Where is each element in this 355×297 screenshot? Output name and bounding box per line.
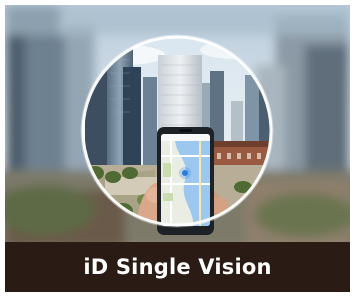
map-screen (161, 134, 210, 226)
product-image[interactable] (5, 5, 350, 242)
product-card[interactable]: iD Single Vision (5, 5, 350, 292)
phone (157, 127, 214, 235)
product-caption[interactable]: iD Single Vision (83, 255, 271, 279)
lens-city-phone-illustration (5, 5, 350, 242)
caption-bar: iD Single Vision (5, 242, 350, 292)
